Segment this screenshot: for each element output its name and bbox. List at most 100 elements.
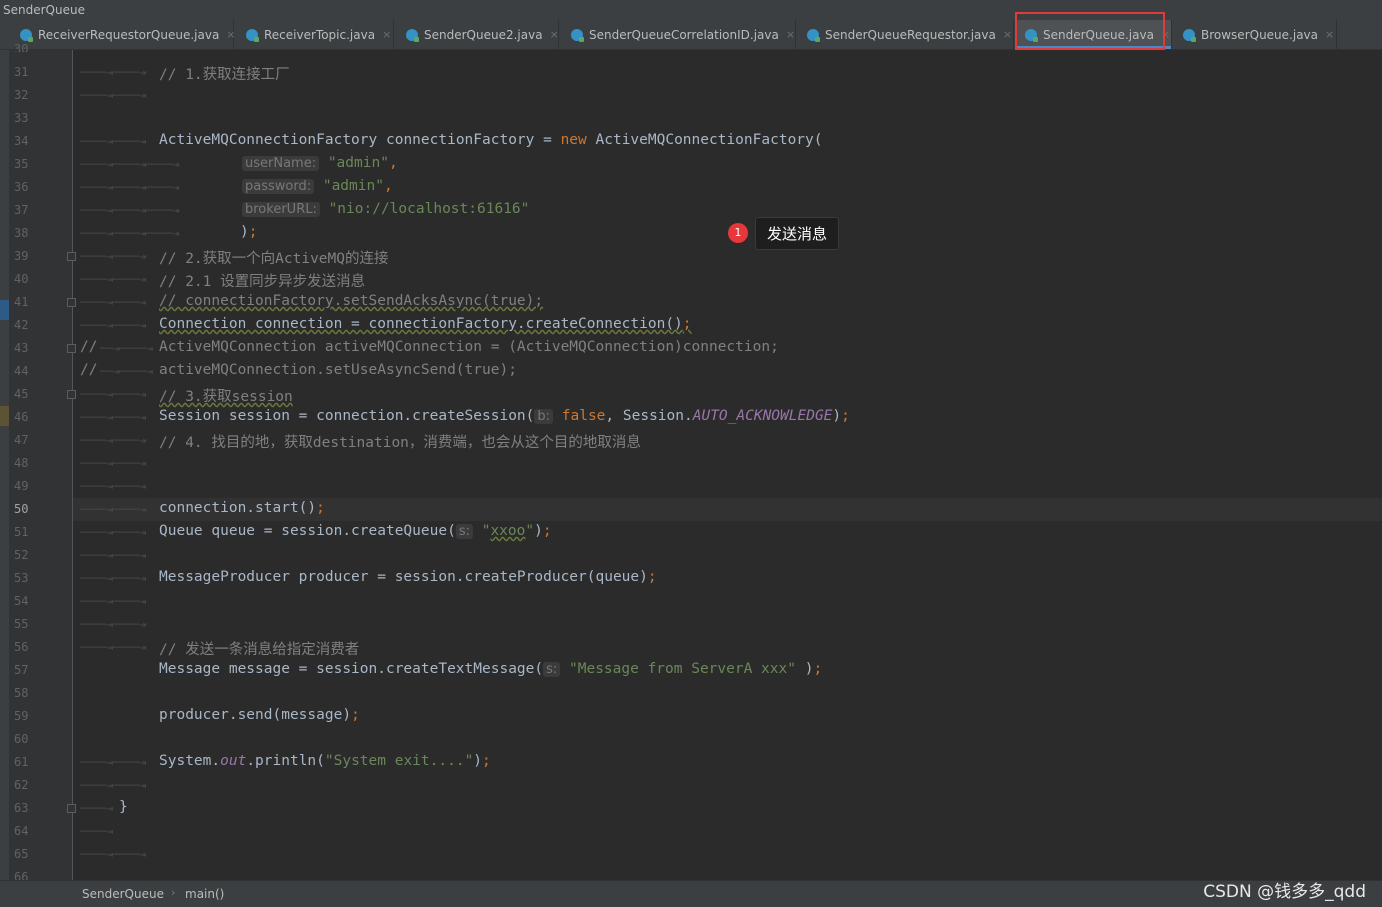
line-number: 31 (14, 65, 29, 79)
line-number: 52 (14, 548, 29, 562)
close-icon[interactable]: × (786, 28, 795, 41)
tab-label: SenderQueue2.java (424, 27, 543, 42)
breadcrumb-method[interactable]: main() (185, 887, 224, 901)
java-class-icon (406, 28, 419, 42)
close-icon[interactable]: × (1325, 28, 1334, 41)
fold-toggle-icon[interactable] (67, 298, 76, 307)
tab-whitespace-marker: ────⇥────⇥ (80, 641, 147, 654)
code-punct: ; (682, 316, 692, 332)
code-text: ActiveMQConnectionFactory( (586, 132, 823, 148)
code-punct: , (388, 155, 398, 171)
tab-whitespace-marker: ────⇥────⇥ (80, 411, 147, 424)
code-type: ActiveMQConnectionFactory (159, 132, 378, 148)
tab-whitespace-marker: ────⇥────⇥────⇥ (80, 158, 180, 171)
line-number: 59 (14, 709, 29, 723)
close-icon[interactable]: × (382, 28, 391, 41)
param-hint: password: (242, 179, 315, 194)
code-punct: ; (813, 661, 823, 677)
tab-whitespace-marker: ────⇥ (80, 825, 114, 838)
java-class-icon (1183, 28, 1196, 42)
tab-browser-queue[interactable]: BrowserQueue.java × (1175, 20, 1337, 49)
java-class-icon (246, 28, 259, 42)
code-text: producer.send(message) (159, 707, 352, 723)
line-number: 55 (14, 617, 29, 631)
line-number: 36 (14, 180, 29, 194)
param-hint: brokerURL: (242, 202, 320, 217)
tab-whitespace-marker: ────⇥────⇥ (80, 66, 147, 79)
fold-toggle-icon[interactable] (67, 804, 76, 813)
tab-whitespace-marker: ────⇥────⇥ (80, 457, 147, 470)
code-line-41: // connectionFactory.setSendAcksAsync(tr… (159, 293, 544, 309)
code-line-42: Connection connection = connectionFactor… (159, 316, 692, 332)
code-line-39: // 2.获取一个向ActiveMQ的连接 (159, 251, 389, 267)
tab-receiver-requestor-queue[interactable]: ReceiverRequestorQueue.java × (12, 20, 236, 49)
line-number: 32 (14, 88, 29, 102)
breadcrumb-bar: SenderQueue › main() (0, 880, 1382, 907)
tab-label: ReceiverTopic.java (264, 27, 376, 42)
code-line-44-prefix: // (80, 362, 98, 378)
line-number: 66 (14, 870, 29, 880)
code-line-43-prefix: // (80, 339, 98, 355)
line-number: 37 (14, 203, 29, 217)
tab-whitespace-marker: ────⇥────⇥ (80, 89, 147, 102)
code-keyword: false (561, 408, 606, 424)
breadcrumb-class[interactable]: SenderQueue (82, 887, 164, 901)
line-number: 33 (14, 111, 29, 125)
line-number: 41 (14, 295, 29, 309)
line-number: 39 (14, 249, 29, 263)
tab-sender-queue-correlation-id[interactable]: SenderQueueCorrelationID.java × (563, 20, 796, 49)
code-line-46: Session session = connection.createSessi… (159, 408, 850, 424)
code-keyword: new (560, 132, 587, 148)
code-string: "System exit...." (324, 753, 474, 769)
close-icon[interactable]: × (550, 28, 559, 41)
code-line-50: connection.start(); (159, 500, 325, 516)
code-text: ) (473, 753, 483, 769)
code-text: ) (534, 523, 543, 539)
code-constant: AUTO_ACKNOWLEDGE (692, 408, 833, 424)
line-number: 53 (14, 571, 29, 585)
line-number: 65 (14, 847, 29, 861)
fold-toggle-icon[interactable] (67, 252, 76, 261)
line-number: 44 (14, 364, 29, 378)
code-line-47: // 4. 找目的地，获取destination，消费端，也会从这个目的地取消息 (159, 435, 641, 451)
tab-whitespace-marker: ────⇥────⇥ (80, 618, 147, 631)
code-line-43: ActiveMQConnection activeMQConnection = … (159, 339, 779, 355)
code-line-40: // 2.1 设置同步异步发送消息 (159, 274, 366, 290)
code-text: ) (832, 408, 842, 424)
tab-whitespace-marker: ──⇥────⇥ (100, 365, 153, 378)
line-number: 42 (14, 318, 29, 332)
line-number: 47 (14, 433, 29, 447)
line-number: 45 (14, 387, 29, 401)
line-number: 51 (14, 525, 29, 539)
tab-receiver-topic[interactable]: ReceiverTopic.java × (238, 20, 394, 49)
bookmark-marker (0, 300, 9, 320)
param-hint: s: (543, 662, 561, 677)
annotation-tooltip: 发送消息 (755, 217, 839, 250)
tab-whitespace-marker: ────⇥────⇥ (80, 848, 147, 861)
code-line-37: brokerURL: "nio://localhost:61616" (242, 201, 529, 217)
line-number: 43 (14, 341, 29, 355)
code-string: "Message from ServerA xxx" (569, 661, 796, 677)
active-tab-highlight-box (1015, 12, 1165, 50)
close-icon[interactable]: × (226, 28, 235, 41)
line-number: 40 (14, 272, 29, 286)
tab-whitespace-marker: ──⇥────⇥ (100, 342, 153, 355)
code-line-35: userName: "admin", (242, 155, 398, 171)
tab-whitespace-marker: ────⇥────⇥ (80, 434, 147, 447)
code-line-53: MessageProducer producer = session.creat… (159, 569, 657, 585)
code-text: System. (159, 753, 221, 769)
tab-sender-queue-requestor[interactable]: SenderQueueRequestor.java × (799, 20, 1014, 49)
tab-whitespace-marker: ────⇥────⇥ (80, 549, 147, 562)
code-string: "nio://localhost:61616" (328, 201, 530, 217)
annotation-badge: 1 (728, 223, 748, 243)
line-number: 64 (14, 824, 29, 838)
code-string: " (525, 523, 535, 539)
line-number: 49 (14, 479, 29, 493)
line-number: 62 (14, 778, 29, 792)
code-punct: ; (542, 523, 552, 539)
fold-toggle-icon[interactable] (67, 390, 76, 399)
close-icon[interactable]: × (1003, 28, 1012, 41)
code-punct: ; (647, 569, 657, 585)
tab-sender-queue2[interactable]: SenderQueue2.java × (398, 20, 559, 49)
fold-toggle-icon[interactable] (67, 344, 76, 353)
